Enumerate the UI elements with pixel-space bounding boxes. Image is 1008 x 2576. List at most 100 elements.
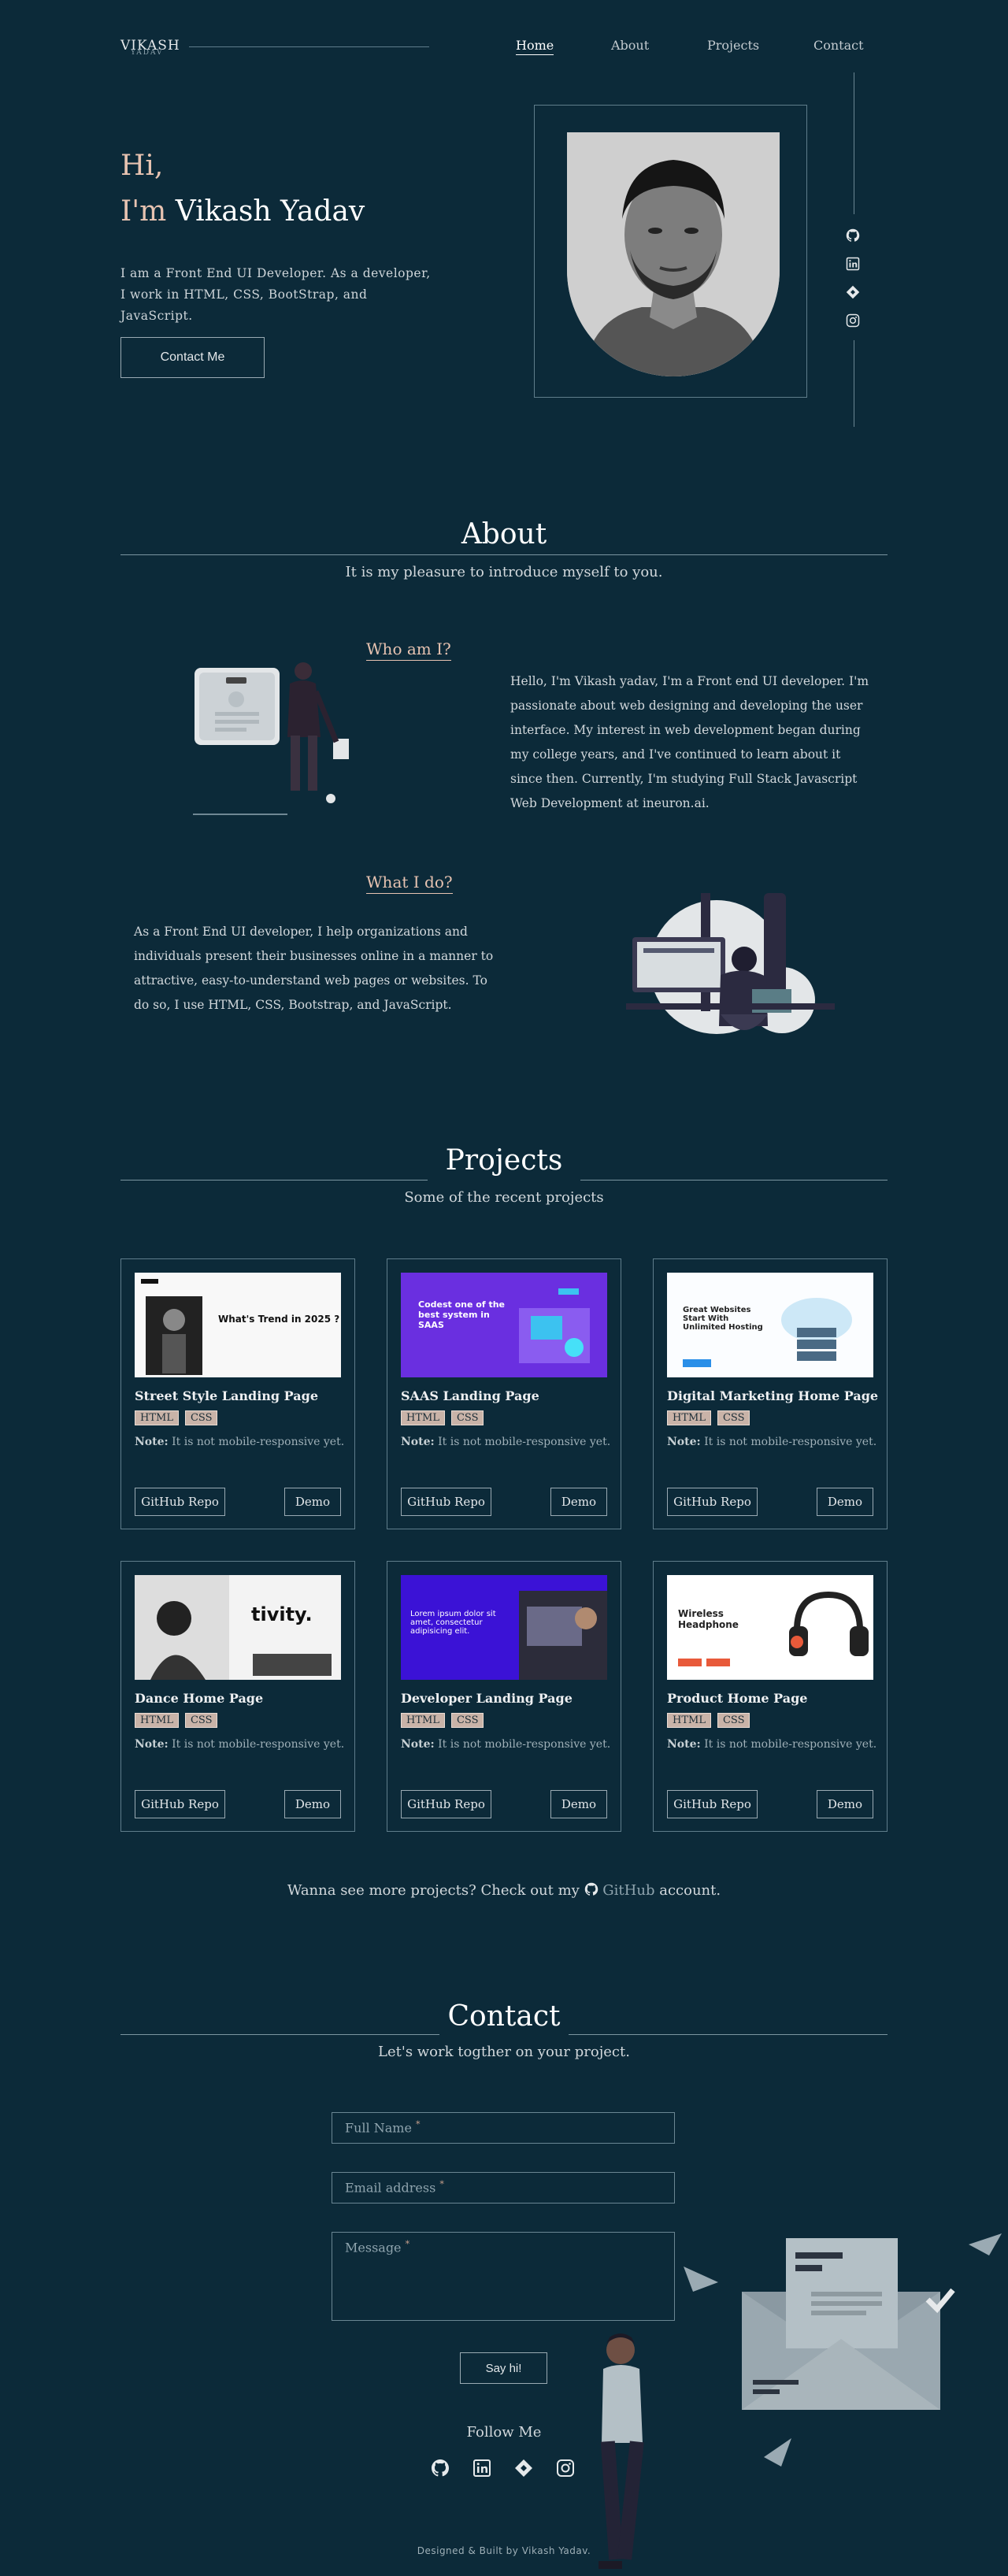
note-label: Note: [401,1738,435,1751]
note-label: Note: [135,1436,169,1448]
contact-me-button[interactable]: Contact Me [120,337,265,378]
required-mark: * [416,2119,421,2129]
project-note: Note: It is not mobile-responsive yet. [135,1738,344,1751]
project-title: Digital Marketing Home Page [667,1388,879,1403]
tag-html: HTML [667,1713,711,1728]
project-tags: HTML CSS [135,1410,218,1425]
project-card: Lorem ipsum dolor sit amet, consectetur … [387,1561,621,1832]
github-repo-button[interactable]: GitHub Repo [667,1488,758,1516]
required-mark: * [405,2239,410,2249]
github-repo-button[interactable]: GitHub Repo [401,1488,491,1516]
github-icon[interactable] [431,2459,451,2479]
project-thumbnail-street-style[interactable]: What's Trend in 2025 ? [135,1273,341,1377]
project-thumbnail-developer[interactable]: Lorem ipsum dolor sit amet, consectetur … [401,1575,607,1680]
nav-item-about[interactable]: About [611,38,649,53]
demo-button[interactable]: Demo [550,1790,607,1818]
nav-item-projects[interactable]: Projects [707,38,759,53]
projects-divider-right [580,1180,888,1181]
demo-button[interactable]: Demo [817,1488,873,1516]
project-thumbnail-dance[interactable]: tivity. [135,1575,341,1680]
note-label: Note: [667,1436,701,1448]
note-text: It is not mobile-responsive yet. [172,1738,345,1751]
github-repo-button[interactable]: GitHub Repo [135,1488,225,1516]
instagram-icon[interactable] [556,2459,576,2479]
project-tags: HTML CSS [135,1713,218,1728]
who-illustration [193,660,358,821]
contact-divider-left [120,2034,439,2035]
tag-css: CSS [184,1713,218,1728]
what-illustration [626,888,839,1042]
github-repo-button[interactable]: GitHub Repo [135,1790,225,1818]
hero-greeting: Hi, [120,150,164,182]
project-note: Note: It is not mobile-responsive yet. [667,1738,876,1751]
project-card: Great Websites Start With Unlimited Host… [653,1258,888,1529]
tag-css: CSS [184,1410,218,1425]
hero-description: I am a Front End UI Developer. As a deve… [120,266,431,323]
hero-name-line: I'm Vikash Yadav [120,195,365,228]
footer-credit: Designed & Built by Vikash Yadav. [417,2545,591,2556]
nav-item-home[interactable]: Home [516,38,554,55]
thumb-heading: Lorem ipsum dolor sit amet, consectetur … [410,1610,496,1636]
note-text: It is not mobile-responsive yet. [172,1436,345,1448]
linkedin-icon[interactable] [846,257,862,272]
contact-illustration [677,2174,1008,2552]
project-tags: HTML CSS [667,1410,750,1425]
message-field[interactable]: Message * [332,2232,675,2321]
nav-divider [189,46,429,47]
who-am-i-heading: Who am I? [366,639,451,661]
github-repo-button[interactable]: GitHub Repo [401,1790,491,1818]
project-title: Developer Landing Page [401,1691,573,1706]
more-projects-line: Wanna see more projects? Check out my Gi… [0,1882,1008,1899]
project-note: Note: It is not mobile-responsive yet. [401,1738,610,1751]
email-field[interactable]: Email address * [332,2172,675,2203]
thumb-heading: What's Trend in 2025 ? [218,1314,340,1325]
required-mark: * [439,2179,444,2189]
project-tags: HTML CSS [667,1713,750,1728]
demo-button[interactable]: Demo [550,1488,607,1516]
project-thumbnail-digital-marketing[interactable]: Great Websites Start With Unlimited Host… [667,1273,873,1377]
demo-button[interactable]: Demo [284,1488,341,1516]
codepen-icon[interactable] [846,285,862,301]
tag-css: CSS [717,1410,750,1425]
github-icon [584,1882,598,1896]
project-title: SAAS Landing Page [401,1388,539,1403]
tag-html: HTML [135,1410,179,1425]
project-note: Note: It is not mobile-responsive yet. [667,1436,876,1448]
nav-item-contact[interactable]: Contact [813,38,864,53]
tag-html: HTML [667,1410,711,1425]
hero-name: Vikash Yadav [175,195,365,228]
project-title: Street Style Landing Page [135,1388,319,1403]
tag-css: CSS [450,1713,484,1728]
note-text: It is not mobile-responsive yet. [704,1436,877,1448]
project-title: Product Home Page [667,1691,808,1706]
more-suffix: account. [659,1882,721,1899]
say-hi-button[interactable]: Say hi! [460,2352,547,2384]
tag-html: HTML [135,1713,179,1728]
what-i-do-heading: What I do? [366,873,453,894]
projects-divider-left [120,1180,428,1181]
contact-title: Contact [447,2000,561,2033]
thumb-heading: Codest one of the best system in SAAS [418,1299,505,1330]
about-subtitle: It is my pleasure to introduce myself to… [345,564,663,580]
contact-subtitle: Let's work togther on your project. [378,2044,630,2060]
site-logo-sub: YADAV [131,49,164,57]
tag-html: HTML [401,1410,445,1425]
thumb-heading: tivity. [251,1603,313,1625]
project-card: tivity. Dance Home Page HTML CSS Note: I… [120,1561,355,1832]
thumb-heading: Great Websites Start With Unlimited Host… [683,1306,763,1332]
full-name-field[interactable]: Full Name * [332,2112,675,2144]
github-account-link[interactable]: GitHub [602,1882,654,1899]
project-thumbnail-saas[interactable]: Codest one of the best system in SAAS [401,1273,607,1377]
thumb-heading: Wireless Headphone [678,1608,739,1630]
codepen-icon[interactable] [514,2459,535,2479]
github-icon[interactable] [846,228,862,244]
linkedin-icon[interactable] [472,2459,493,2479]
note-label: Note: [401,1436,435,1448]
instagram-icon[interactable] [846,313,862,329]
project-thumbnail-product[interactable]: Wireless Headphone [667,1575,873,1680]
github-repo-button[interactable]: GitHub Repo [667,1790,758,1818]
demo-button[interactable]: Demo [284,1790,341,1818]
about-title: About [461,518,547,550]
demo-button[interactable]: Demo [817,1790,873,1818]
note-text: It is not mobile-responsive yet. [438,1436,611,1448]
